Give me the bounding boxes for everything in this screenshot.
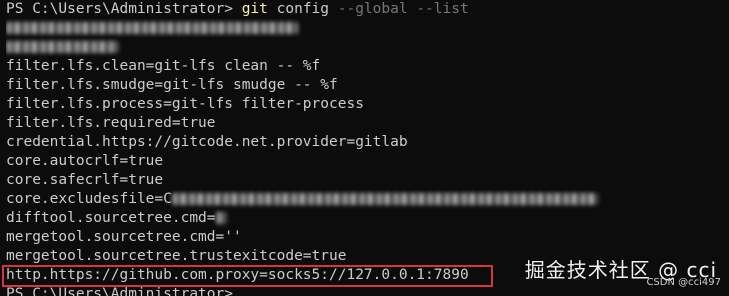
- config-text: core.excludesfile=C: [6, 191, 172, 207]
- prompt-line: PS C:\Users\Administrator> git config --…: [6, 0, 726, 19]
- command-git: git: [241, 1, 268, 17]
- config-line: filter.lfs.process=git-lfs filter-proces…: [6, 96, 364, 112]
- redacted-line: [6, 38, 726, 57]
- prompt-path: PS C:\Users\Administrator>: [6, 286, 242, 296]
- config-line: filter.lfs.smudge=git-lfs smudge -- %f: [6, 77, 338, 93]
- redacted-text: [6, 41, 118, 53]
- config-line: core.safecrlf=true: [6, 172, 164, 188]
- redacted-text: [215, 212, 226, 224]
- config-text: difftool.sourcetree.cmd=: [6, 210, 216, 226]
- cursor: _: [241, 286, 251, 296]
- terminal-window[interactable]: PS C:\Users\Administrator> git config --…: [0, 0, 729, 296]
- config-line: filter.lfs.required=true: [6, 115, 216, 131]
- credit-watermark: CSDN @cci497: [646, 277, 721, 288]
- redacted-text: [171, 193, 598, 205]
- redacted-line: [6, 19, 726, 38]
- terminal-output: PS C:\Users\Administrator> git config --…: [6, 0, 726, 296]
- config-line: core.autocrlf=true: [6, 153, 164, 169]
- command-flags: --global --list: [337, 1, 469, 17]
- config-line: mergetool.sourcetree.cmd='': [6, 229, 242, 245]
- config-line: core.excludesfile=C: [6, 190, 726, 209]
- redacted-text: [6, 22, 298, 34]
- config-line: difftool.sourcetree.cmd=: [6, 209, 726, 228]
- prompt-path: PS C:\Users\Administrator>: [6, 1, 242, 17]
- config-line: credential.https://gitcode.net.provider=…: [6, 134, 408, 150]
- config-line: filter.lfs.clean=git-lfs clean -- %f: [6, 58, 321, 74]
- command-args: config: [267, 1, 338, 17]
- highlight-box: [2, 265, 493, 287]
